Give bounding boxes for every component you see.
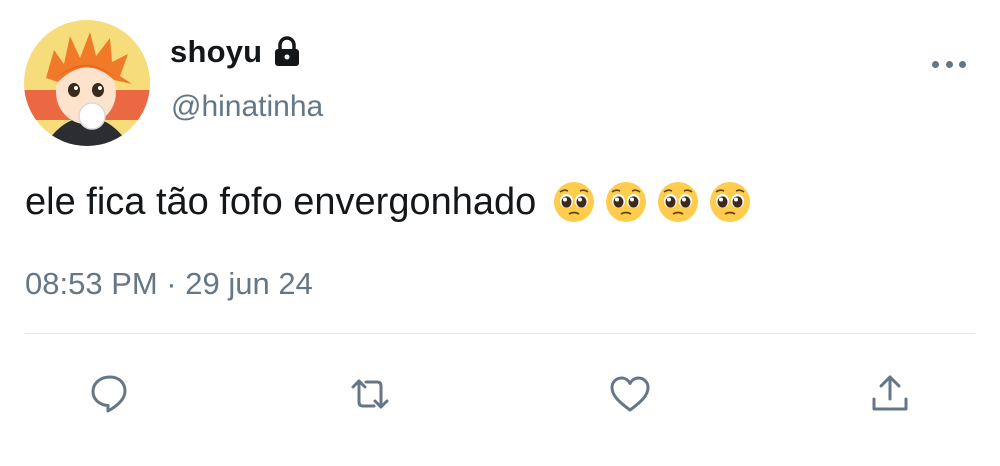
tweet-text-row: ele fica tão fofo envergonhado: [25, 180, 752, 224]
divider: [25, 333, 975, 334]
tweet-timestamp[interactable]: 08:53 PM · 29 jun 24: [25, 266, 313, 302]
tweet-text: ele fica tão fofo envergonhado: [25, 180, 537, 223]
share-button[interactable]: [864, 368, 916, 420]
pleading-face-emoji: [606, 182, 647, 222]
reply-icon: [91, 375, 127, 413]
like-button[interactable]: [604, 368, 656, 420]
display-name[interactable]: shoyu: [170, 34, 262, 70]
display-name-row: shoyu: [170, 34, 304, 70]
lock-icon: [270, 35, 304, 69]
retweet-button[interactable]: [344, 368, 396, 420]
more-dot: [945, 60, 953, 68]
more-dot: [959, 60, 966, 68]
pleading-face-emoji: [658, 182, 699, 222]
share-icon: [872, 375, 908, 411]
more-dot: [932, 60, 939, 68]
more-icon[interactable]: [932, 58, 966, 70]
emoji-group: [552, 180, 752, 224]
avatar[interactable]: [24, 20, 150, 146]
retweet-icon: [351, 379, 389, 409]
pleading-face-emoji: [710, 182, 751, 222]
avatar-image: [24, 20, 150, 146]
reply-button[interactable]: [84, 368, 136, 420]
user-handle[interactable]: @hinatinha: [171, 90, 323, 124]
heart-icon: [610, 376, 650, 412]
pleading-face-emoji: [554, 182, 595, 222]
